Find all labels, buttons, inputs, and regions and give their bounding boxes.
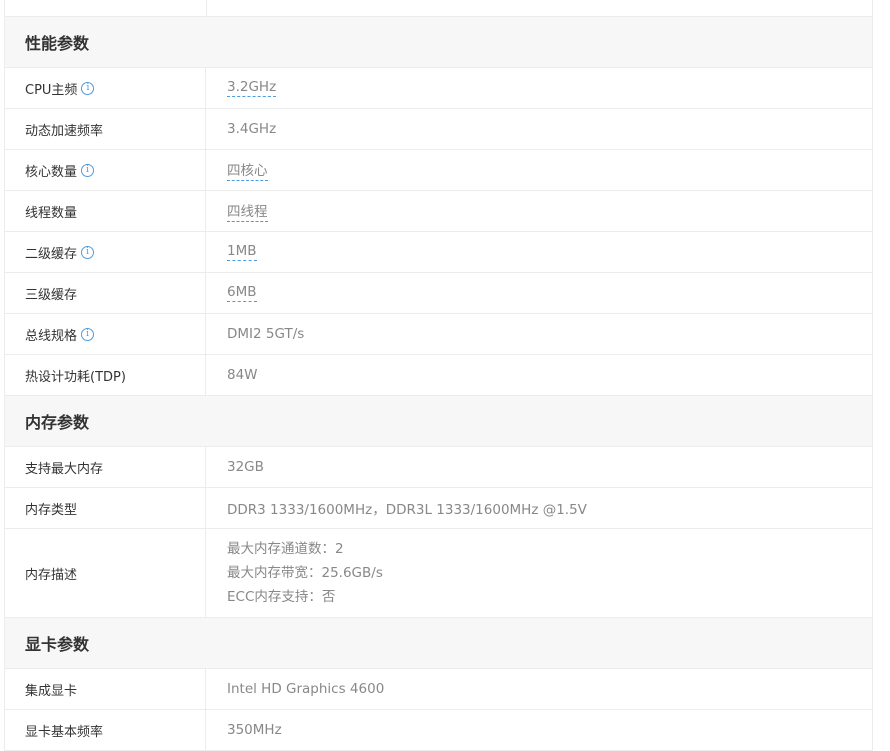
- spec-value-line: 最大内存带宽：25.6GB/s: [227, 565, 383, 581]
- spec-label: 热设计功耗(TDP): [25, 369, 126, 385]
- table-row-stub: [5, 0, 872, 17]
- info-icon[interactable]: i: [81, 163, 95, 177]
- spec-value-link[interactable]: 1MB: [227, 243, 257, 261]
- section-title: 显卡参数: [25, 635, 90, 654]
- spec-value-link[interactable]: 四核心: [227, 159, 268, 181]
- spec-label-cell: 线程数量: [5, 191, 206, 231]
- spec-row: 支持最大内存 32GB: [5, 447, 872, 488]
- spec-label: 显卡基本频率: [25, 724, 104, 740]
- spec-row: 核心数量 i 四核心: [5, 150, 872, 191]
- spec-value: DDR3 1333/1600MHz，DDR3L 1333/1600MHz @1.…: [227, 502, 587, 518]
- spec-value: 350MHz: [227, 722, 282, 738]
- spec-value: 32GB: [227, 459, 264, 475]
- spec-label: 线程数量: [25, 205, 78, 221]
- spec-value: 3.4GHz: [227, 121, 277, 137]
- spec-label-cell: 核心数量 i: [5, 150, 206, 190]
- label-cell: [5, 0, 207, 16]
- spec-label-cell: 三级缓存: [5, 273, 206, 313]
- spec-row: 内存类型 DDR3 1333/1600MHz，DDR3L 1333/1600MHz…: [5, 488, 872, 529]
- spec-body: 性能参数 CPU主频 i 3.2GHz 动态加速频率 3.4GHz 核心数量 i 四核心 线程数量…: [5, 17, 872, 751]
- spec-value-link[interactable]: 6MB: [227, 284, 257, 302]
- spec-row: 三级缓存 6MB: [5, 273, 872, 314]
- spec-label: 内存类型: [25, 502, 78, 518]
- spec-label: 动态加速频率: [25, 123, 104, 139]
- info-icon[interactable]: i: [81, 245, 95, 259]
- spec-row: 内存描述 最大内存通道数：2 最大内存带宽：25.6GB/s ECC内存支持：否: [5, 529, 872, 618]
- spec-row: 热设计功耗(TDP) 84W: [5, 355, 872, 396]
- spec-row: 动态加速频率 3.4GHz: [5, 109, 872, 150]
- spec-label: CPU主频: [25, 82, 78, 98]
- info-icon[interactable]: i: [81, 81, 95, 95]
- spec-label: 核心数量: [25, 164, 78, 180]
- spec-value-cell: 四线程: [206, 191, 872, 231]
- spec-value-cell: 最大内存通道数：2 最大内存带宽：25.6GB/s ECC内存支持：否: [206, 529, 872, 617]
- section-title: 性能参数: [25, 34, 90, 53]
- spec-row: 集成显卡 Intel HD Graphics 4600: [5, 669, 872, 710]
- spec-label-cell: CPU主频 i: [5, 68, 206, 108]
- spec-label-cell: 热设计功耗(TDP): [5, 355, 206, 395]
- spec-row: 显卡基本频率 350MHz: [5, 710, 872, 751]
- section-title: 内存参数: [25, 413, 90, 432]
- spec-label: 总线规格: [25, 328, 78, 344]
- spec-value-cell: 350MHz: [206, 710, 872, 750]
- spec-label-cell: 内存类型: [5, 488, 206, 528]
- section-header: 性能参数: [5, 17, 872, 68]
- spec-row: 线程数量 四线程: [5, 191, 872, 232]
- spec-label-cell: 集成显卡: [5, 669, 206, 709]
- info-icon[interactable]: i: [81, 327, 95, 341]
- spec-label-cell: 显卡基本频率: [5, 710, 206, 750]
- spec-value-cell: 6MB: [206, 273, 872, 313]
- spec-value-cell: 1MB: [206, 232, 872, 272]
- spec-label-cell: 总线规格 i: [5, 314, 206, 354]
- spec-table: 性能参数 CPU主频 i 3.2GHz 动态加速频率 3.4GHz 核心数量 i 四核心 线程数量…: [4, 0, 873, 751]
- spec-label: 支持最大内存: [25, 461, 104, 477]
- spec-value-cell: 四核心: [206, 150, 872, 190]
- spec-label-cell: 二级缓存 i: [5, 232, 206, 272]
- spec-value: 84W: [227, 367, 258, 383]
- spec-value-cell: 3.2GHz: [206, 68, 872, 108]
- spec-value-cell: Intel HD Graphics 4600: [206, 669, 872, 709]
- spec-row: 总线规格 i DMI2 5GT/s: [5, 314, 872, 355]
- spec-label-cell: 内存描述: [5, 529, 206, 617]
- section-header: 内存参数: [5, 396, 872, 447]
- spec-label: 三级缓存: [25, 287, 78, 303]
- spec-value: Intel HD Graphics 4600: [227, 681, 385, 697]
- spec-value-link[interactable]: 3.2GHz: [227, 79, 277, 97]
- spec-label: 内存描述: [25, 567, 78, 583]
- spec-label-cell: 支持最大内存: [5, 447, 206, 487]
- spec-value-cell: DDR3 1333/1600MHz，DDR3L 1333/1600MHz @1.…: [206, 488, 872, 528]
- spec-row: 二级缓存 i 1MB: [5, 232, 872, 273]
- spec-value-line: ECC内存支持：否: [227, 589, 336, 605]
- spec-value: DMI2 5GT/s: [227, 326, 305, 342]
- spec-value-cell: 84W: [206, 355, 872, 395]
- section-header: 显卡参数: [5, 618, 872, 669]
- spec-value-cell: 3.4GHz: [206, 109, 872, 149]
- spec-label-cell: 动态加速频率: [5, 109, 206, 149]
- spec-label: 二级缓存: [25, 246, 78, 262]
- spec-value-link[interactable]: 四线程: [227, 200, 268, 222]
- spec-value-cell: 32GB: [206, 447, 872, 487]
- spec-value-line: 最大内存通道数：2: [227, 541, 344, 557]
- spec-value-cell: DMI2 5GT/s: [206, 314, 872, 354]
- spec-label: 集成显卡: [25, 683, 78, 699]
- spec-row: CPU主频 i 3.2GHz: [5, 68, 872, 109]
